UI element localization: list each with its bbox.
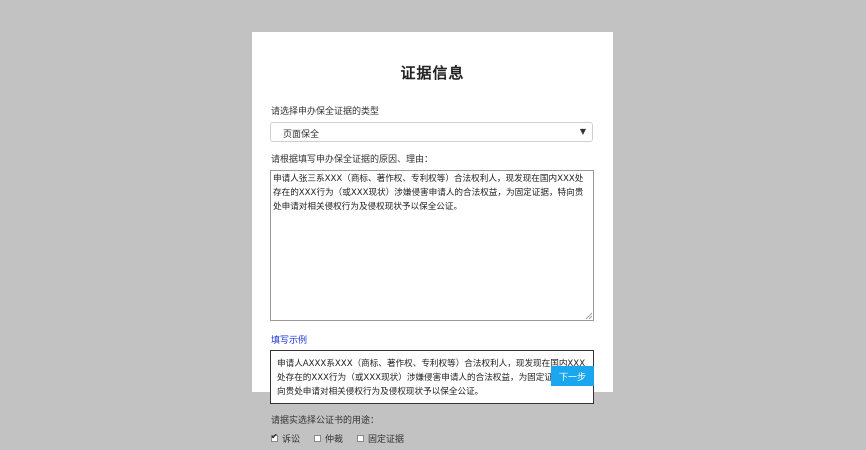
evidence-type-label: 请选择申办保全证据的类型 — [271, 107, 380, 117]
reason-label: 请根据填写申办保全证据的原因、理由： — [271, 155, 434, 165]
checkbox-checked-icon[interactable] — [271, 432, 278, 442]
example-link[interactable]: 填写示例 — [271, 333, 307, 346]
usage-option-label: 固定证据 — [368, 435, 405, 445]
checkbox-icon[interactable] — [357, 435, 365, 442]
example-text-box: 申请人AXXX系XXX（商标、著作权、专利权等）合法权利人，现发现在国内XXX处… — [270, 350, 594, 404]
evidence-type-value: 页面保全 — [283, 130, 320, 140]
chevron-down-icon: ▼ — [579, 127, 586, 136]
evidence-type-select[interactable]: 页面保全 ▼ — [270, 122, 593, 142]
usage-option-label: 仲裁 — [325, 435, 344, 445]
usage-option-label: 诉讼 — [282, 435, 301, 445]
reason-text: 申请人张三系XXX（商标、著作权、专利权等）合法权利人，现发现在国内XXX处存在… — [273, 174, 584, 212]
reason-textarea[interactable]: 申请人张三系XXX（商标、著作权、专利权等）合法权利人，现发现在国内XXX处存在… — [270, 170, 594, 321]
usage-options: 诉讼 仲裁 固定证据 — [271, 432, 404, 445]
usage-option-fix-evidence[interactable]: 固定证据 — [357, 432, 404, 445]
usage-label: 请据实选择公证书的用途： — [271, 416, 380, 426]
resize-handle-icon[interactable] — [585, 312, 592, 319]
usage-option-arbitration[interactable]: 仲裁 — [314, 432, 343, 445]
example-text: 申请人AXXX系XXX（商标、著作权、专利权等）合法权利人，现发现在国内XXX处… — [277, 359, 586, 397]
usage-option-litigation[interactable]: 诉讼 — [271, 432, 300, 445]
checkbox-icon[interactable] — [314, 435, 322, 442]
next-button[interactable]: 下一步 — [551, 366, 594, 386]
page-title: 证据信息 — [400, 64, 465, 82]
